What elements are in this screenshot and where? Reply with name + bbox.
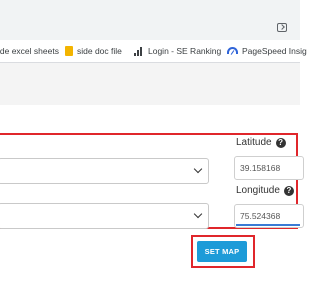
bookmark-label: side doc file bbox=[77, 46, 122, 56]
longitude-label: Longitude ? bbox=[236, 185, 294, 196]
bookmark-side-doc-file[interactable]: side doc file bbox=[65, 40, 122, 62]
help-icon[interactable]: ? bbox=[275, 137, 286, 148]
bookmark-label: PageSpeed Insig bbox=[242, 46, 307, 56]
latitude-input[interactable]: 39.158168 bbox=[234, 156, 304, 180]
bookmark-pagespeed[interactable]: PageSpeed Insig bbox=[227, 40, 307, 62]
help-icon[interactable]: ? bbox=[283, 185, 294, 196]
latitude-label: Latitude ? bbox=[236, 137, 286, 148]
bookmark-label: Login - SE Ranking bbox=[148, 46, 222, 56]
longitude-value: 75.524368 bbox=[240, 211, 281, 221]
share-icon[interactable] bbox=[277, 23, 287, 32]
set-map-button[interactable]: SET MAP bbox=[197, 241, 247, 262]
bookmark-excel-sheets[interactable]: ide excel sheets bbox=[0, 40, 59, 62]
latitude-value: 39.158168 bbox=[240, 163, 281, 173]
bookmark-label: ide excel sheets bbox=[0, 46, 59, 56]
country-select[interactable] bbox=[0, 158, 209, 184]
pagespeed-icon bbox=[227, 46, 238, 54]
longitude-focus-underline bbox=[236, 224, 300, 226]
browser-toolbar bbox=[0, 0, 300, 40]
chevron-down-icon bbox=[193, 209, 203, 219]
longitude-label-text: Longitude bbox=[236, 185, 280, 196]
bookmarks-bar: ide excel sheets side doc file Login - S… bbox=[0, 40, 307, 63]
page-header-strip bbox=[0, 63, 300, 105]
folder-icon bbox=[65, 46, 73, 56]
signal-bars-icon bbox=[134, 46, 144, 56]
latitude-label-text: Latitude bbox=[236, 137, 272, 148]
region-select[interactable] bbox=[0, 203, 209, 229]
bookmark-se-ranking[interactable]: Login - SE Ranking bbox=[134, 40, 221, 62]
chevron-down-icon bbox=[193, 164, 203, 174]
